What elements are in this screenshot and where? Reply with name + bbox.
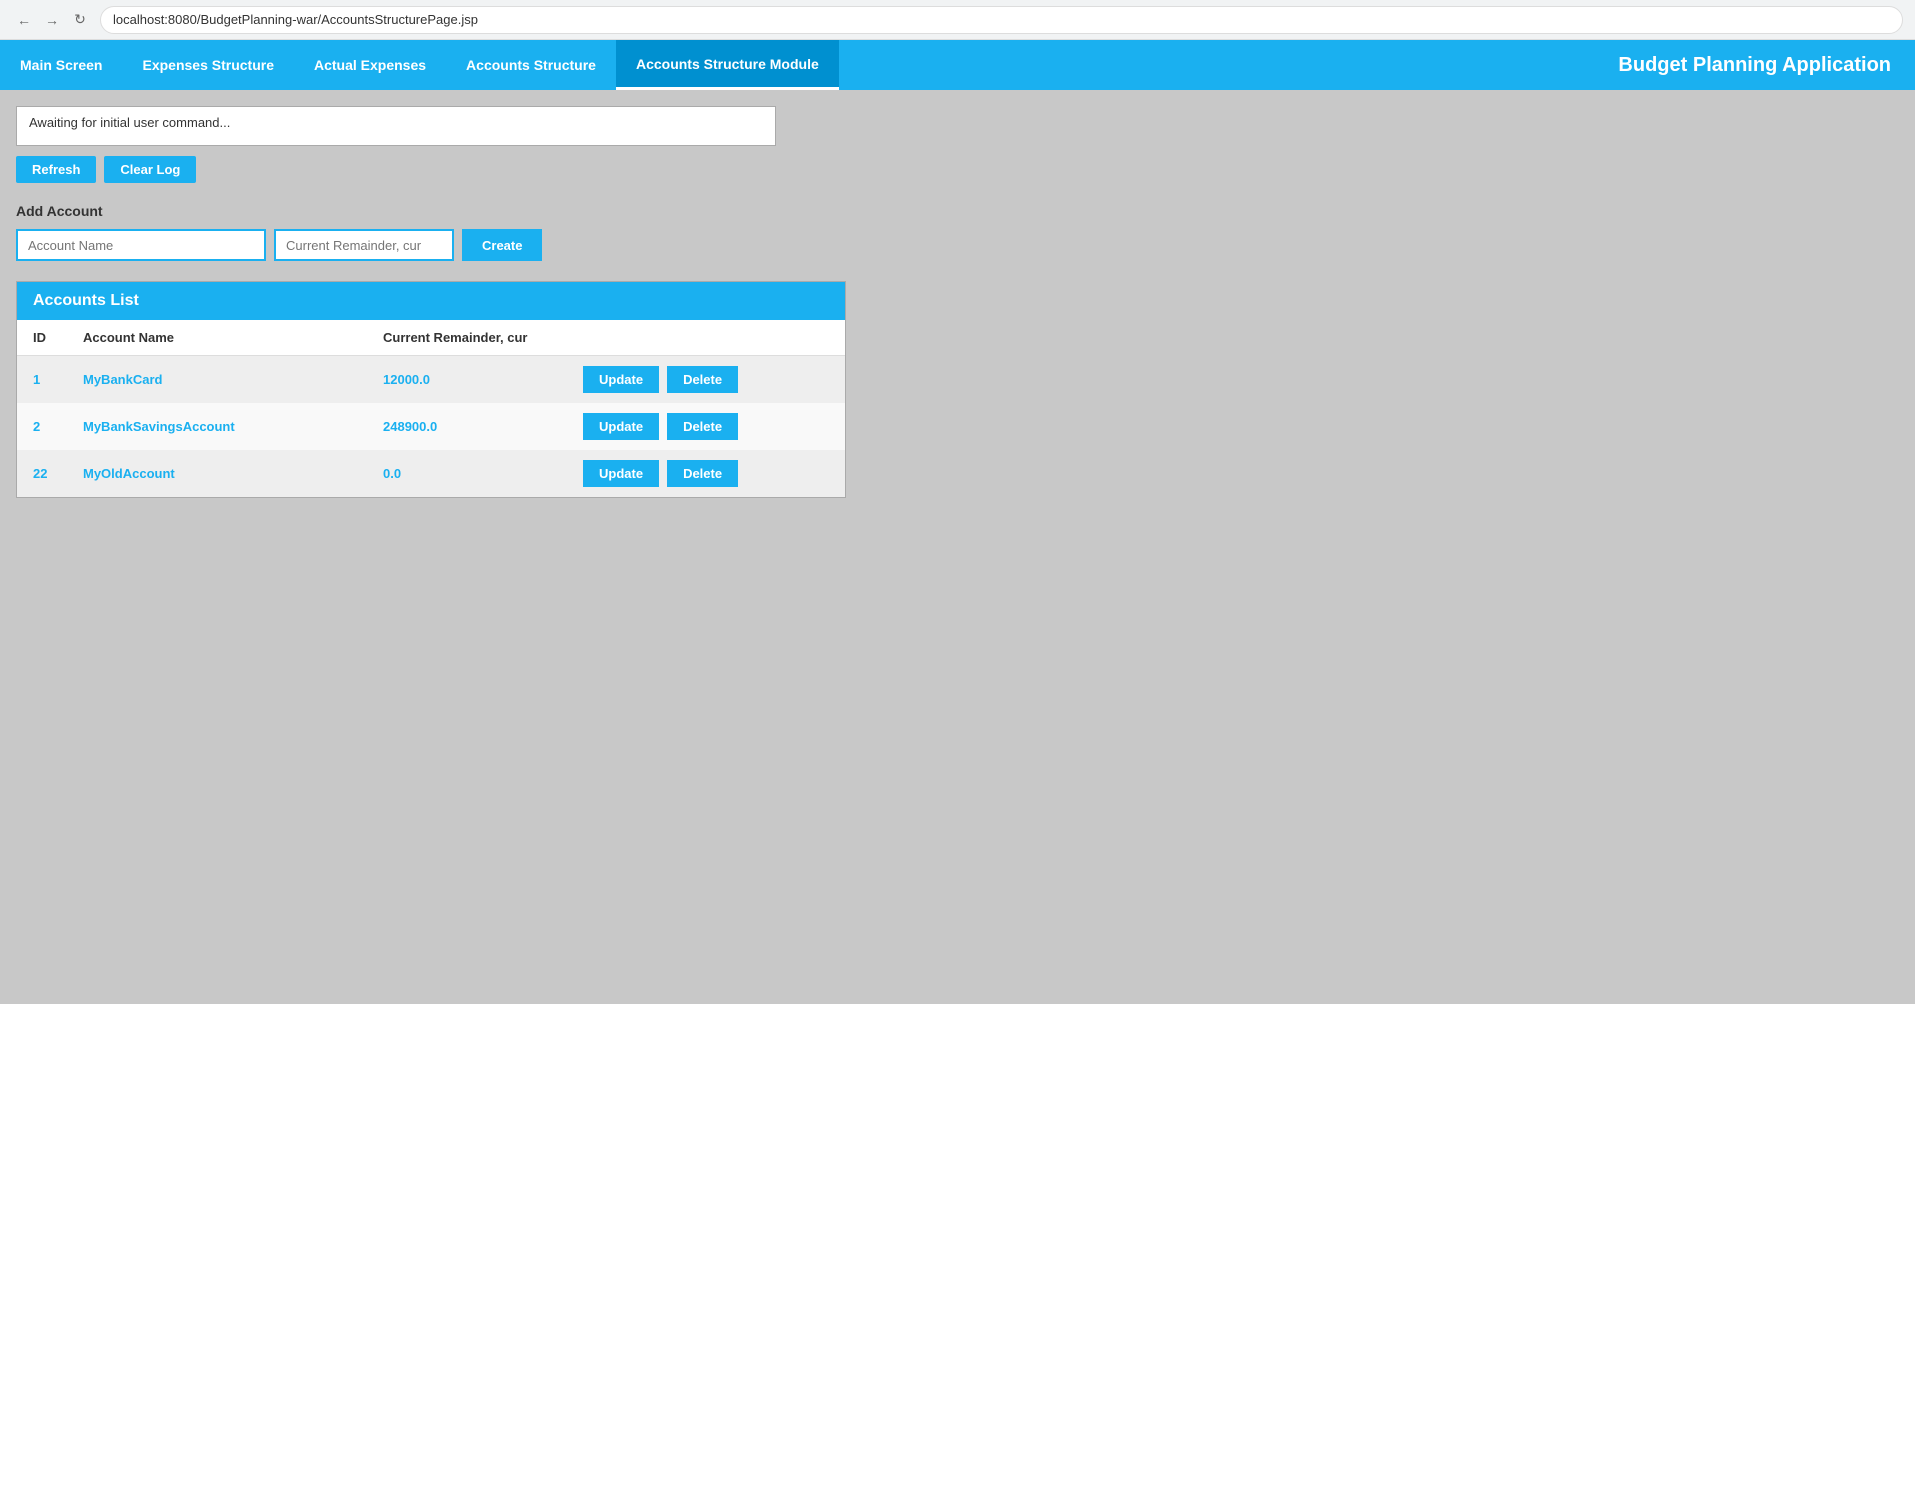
log-buttons: Refresh Clear Log <box>16 156 1899 183</box>
app-header: Main Screen Expenses Structure Actual Ex… <box>0 40 1915 90</box>
cell-id: 1 <box>17 356 67 404</box>
col-header-name: Account Name <box>67 320 367 356</box>
accounts-list-title: Accounts List <box>33 292 139 309</box>
update-button[interactable]: Update <box>583 413 659 440</box>
cell-actions: Update Delete <box>567 403 845 450</box>
nav-tabs: Main Screen Expenses Structure Actual Ex… <box>0 40 839 90</box>
delete-button[interactable]: Delete <box>667 460 738 487</box>
cell-remainder: 0.0 <box>367 450 567 497</box>
add-account-title: Add Account <box>16 203 1899 219</box>
accounts-list-container: Accounts List ID Account Name Current Re… <box>16 281 846 498</box>
cell-id: 22 <box>17 450 67 497</box>
cell-account-name: MyOldAccount <box>67 450 367 497</box>
cell-actions: Update Delete <box>567 450 845 497</box>
create-button[interactable]: Create <box>462 229 542 261</box>
delete-button[interactable]: Delete <box>667 366 738 393</box>
reload-button[interactable]: ↻ <box>68 8 92 32</box>
clear-log-button[interactable]: Clear Log <box>104 156 196 183</box>
col-header-id: ID <box>17 320 67 356</box>
update-button[interactable]: Update <box>583 366 659 393</box>
col-header-remainder: Current Remainder, cur <box>367 320 567 356</box>
table-header-row: ID Account Name Current Remainder, cur <box>17 320 845 356</box>
accounts-table: ID Account Name Current Remainder, cur 1… <box>17 320 845 497</box>
cell-remainder: 12000.0 <box>367 356 567 404</box>
bottom-area <box>0 1004 1915 1504</box>
log-area: Awaiting for initial user command... <box>16 106 776 146</box>
tab-accounts-structure-module[interactable]: Accounts Structure Module <box>616 40 839 90</box>
page-content: Awaiting for initial user command... Ref… <box>0 90 1915 1004</box>
browser-bar: ← → ↻ <box>0 0 1915 40</box>
table-row: 22MyOldAccount0.0 Update Delete <box>17 450 845 497</box>
tab-accounts-structure[interactable]: Accounts Structure <box>446 40 616 90</box>
refresh-button[interactable]: Refresh <box>16 156 96 183</box>
tab-main-screen[interactable]: Main Screen <box>0 40 122 90</box>
cell-account-name: MyBankSavingsAccount <box>67 403 367 450</box>
accounts-list-header: Accounts List <box>17 282 845 320</box>
back-button[interactable]: ← <box>12 8 36 32</box>
update-button[interactable]: Update <box>583 460 659 487</box>
browser-navigation: ← → ↻ <box>12 8 92 32</box>
log-message: Awaiting for initial user command... <box>29 115 230 130</box>
cell-id: 2 <box>17 403 67 450</box>
delete-button[interactable]: Delete <box>667 413 738 440</box>
tab-actual-expenses[interactable]: Actual Expenses <box>294 40 446 90</box>
app-title: Budget Planning Application <box>1618 54 1915 77</box>
add-account-section: Add Account Create <box>16 203 1899 261</box>
add-account-form: Create <box>16 229 1899 261</box>
col-header-actions <box>567 320 845 356</box>
account-name-input[interactable] <box>16 229 266 261</box>
table-row: 1MyBankCard12000.0 Update Delete <box>17 356 845 404</box>
table-row: 2MyBankSavingsAccount248900.0 Update Delet… <box>17 403 845 450</box>
forward-button[interactable]: → <box>40 8 64 32</box>
address-bar[interactable] <box>100 6 1903 34</box>
current-remainder-input[interactable] <box>274 229 454 261</box>
cell-remainder: 248900.0 <box>367 403 567 450</box>
tab-expenses-structure[interactable]: Expenses Structure <box>122 40 294 90</box>
cell-actions: Update Delete <box>567 356 845 404</box>
cell-account-name: MyBankCard <box>67 356 367 404</box>
